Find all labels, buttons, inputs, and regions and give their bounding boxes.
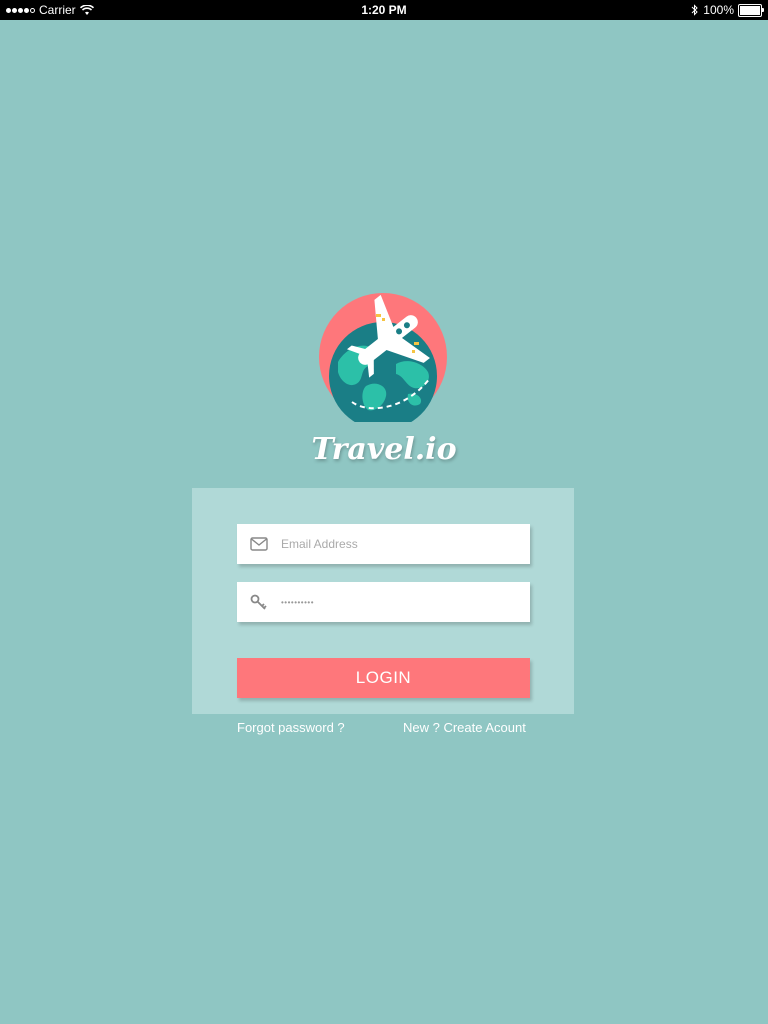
status-right: 100%	[691, 3, 764, 17]
globe-airplane-logo	[319, 293, 447, 422]
login-panel: LOGIN	[192, 488, 574, 714]
login-button[interactable]: LOGIN	[237, 658, 530, 698]
email-field[interactable]	[237, 524, 530, 564]
forgot-password-link[interactable]: Forgot password ?	[237, 720, 345, 735]
battery-percent: 100%	[703, 3, 734, 17]
app-name: Travel.io	[311, 432, 457, 467]
status-time: 1:20 PM	[361, 3, 407, 17]
envelope-icon	[237, 524, 281, 564]
key-icon	[237, 582, 281, 622]
password-field[interactable]	[237, 582, 530, 622]
bluetooth-icon	[691, 4, 699, 16]
create-account-link[interactable]: New ? Create Acount	[403, 720, 526, 735]
password-input[interactable]	[281, 597, 530, 607]
status-bar: Carrier 1:20 PM 100%	[0, 0, 768, 20]
battery-icon	[738, 3, 764, 17]
email-input[interactable]	[281, 537, 530, 551]
